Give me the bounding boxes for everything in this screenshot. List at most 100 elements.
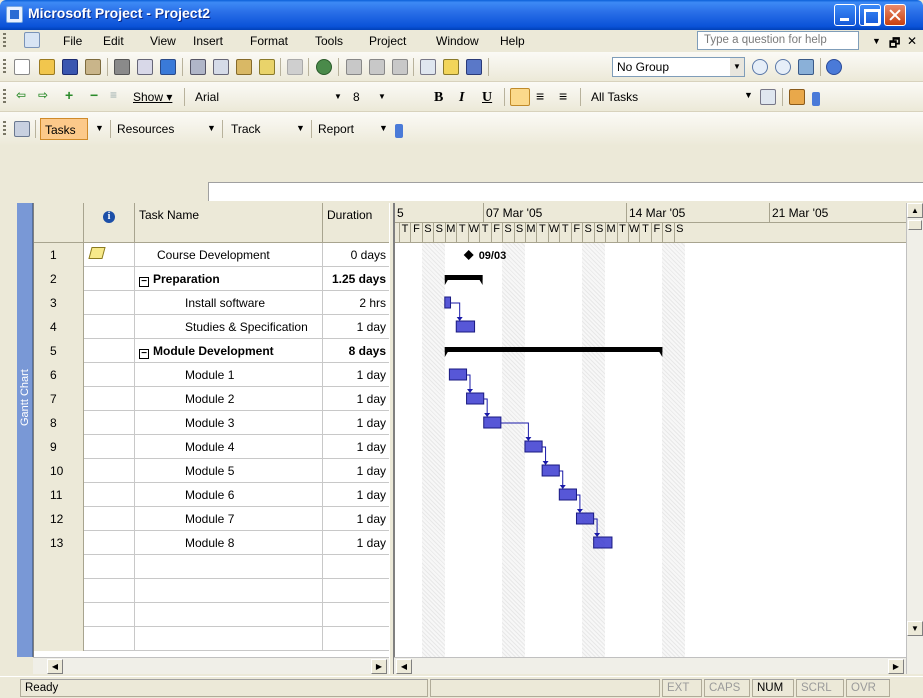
guide-toggle-icon[interactable] (14, 121, 30, 137)
task-name-cell[interactable]: Module 5 (135, 459, 323, 483)
indicator-cell[interactable] (84, 315, 135, 339)
unlink-tasks-icon[interactable] (369, 59, 385, 75)
indicator-cell[interactable] (84, 603, 135, 627)
scroll-to-task-icon[interactable] (798, 59, 814, 75)
help-icon[interactable] (826, 59, 842, 75)
task-name-cell[interactable] (135, 603, 323, 627)
scroll-left-icon[interactable]: ◀ (47, 659, 63, 674)
menu-view[interactable]: View (150, 34, 176, 48)
dependency-link[interactable] (483, 398, 488, 414)
scroll-left-icon[interactable]: ◀ (396, 659, 412, 674)
task-name-cell[interactable]: − Module Development (135, 339, 323, 363)
scroll-thumb[interactable] (908, 220, 922, 230)
chevron-down-icon[interactable]: ▼ (207, 123, 216, 133)
align-center-icon[interactable]: ≡ (536, 88, 544, 104)
scroll-down-icon[interactable]: ▼ (907, 621, 923, 636)
row-id[interactable]: 13 (34, 531, 84, 555)
empty-table-row[interactable] (34, 579, 390, 603)
table-row[interactable]: 6 Module 1 1 day (34, 363, 390, 387)
task-name-cell[interactable]: Module 2 (135, 387, 323, 411)
table-row[interactable]: 5− Module Development 8 days (34, 339, 390, 363)
toolbar-grip[interactable] (3, 121, 6, 137)
chevron-down-icon[interactable]: ▼ (331, 88, 345, 106)
task-name-cell[interactable]: − Preparation (135, 267, 323, 291)
task-bar[interactable] (575, 512, 595, 525)
row-id[interactable] (34, 627, 84, 651)
indicator-cell[interactable] (84, 243, 135, 267)
menu-tools[interactable]: Tools (315, 34, 343, 48)
task-name-cell[interactable]: Module 6 (135, 483, 323, 507)
empty-table-row[interactable] (34, 603, 390, 627)
row-id[interactable]: 7 (34, 387, 84, 411)
menu-insert[interactable]: Insert (193, 34, 223, 48)
indicator-cell[interactable] (84, 507, 135, 531)
task-name-cell[interactable]: Module 3 (135, 411, 323, 435)
report-button[interactable]: Report (318, 122, 354, 136)
indicator-cell[interactable] (84, 339, 135, 363)
close-doc-icon[interactable]: ✕ (907, 34, 917, 48)
menu-project[interactable]: Project (369, 34, 406, 48)
dependency-arrow[interactable] (576, 509, 583, 513)
indicator-cell[interactable] (84, 363, 135, 387)
duration-cell[interactable]: 1 day (323, 411, 390, 435)
insert-hyperlink-icon[interactable] (316, 59, 332, 75)
underline-button[interactable]: U (482, 90, 492, 106)
toolbar-options-icon[interactable] (395, 124, 403, 138)
show-menu-button[interactable]: Show ▾ (133, 90, 172, 104)
table-row[interactable]: 9 Module 4 1 day (34, 435, 390, 459)
duration-header[interactable]: Duration (323, 203, 390, 243)
zoom-out-icon[interactable] (775, 59, 791, 75)
dependency-arrow[interactable] (466, 389, 473, 393)
indicators-header[interactable]: i (84, 203, 135, 243)
collapse-icon[interactable]: − (139, 277, 149, 287)
dependency-link[interactable] (559, 470, 564, 486)
empty-table-row[interactable] (34, 627, 390, 651)
tasks-button[interactable]: Tasks (40, 118, 88, 140)
note-icon[interactable] (88, 247, 106, 259)
empty-table-row[interactable] (34, 555, 390, 579)
row-id[interactable]: 1 (34, 243, 84, 267)
row-id[interactable]: 6 (34, 363, 84, 387)
duration-cell[interactable]: 1 day (323, 435, 390, 459)
dependency-arrow[interactable] (542, 461, 549, 465)
indicator-cell[interactable] (84, 387, 135, 411)
view-bar[interactable]: Gantt Chart (17, 203, 33, 657)
chevron-down-icon[interactable]: ▼ (375, 88, 389, 106)
menu-help[interactable]: Help (500, 34, 525, 48)
font-select[interactable]: Arial ▼ (190, 87, 346, 107)
print-preview-icon[interactable] (137, 59, 153, 75)
table-row[interactable]: 1 Course Development 0 days (34, 243, 390, 267)
scroll-right-icon[interactable]: ▶ (888, 659, 904, 674)
scroll-right-icon[interactable]: ▶ (371, 659, 387, 674)
task-bar[interactable] (448, 368, 468, 381)
task-bar[interactable] (558, 488, 577, 501)
toolbar-options-icon[interactable] (812, 92, 820, 106)
row-id[interactable]: 2 (34, 267, 84, 291)
dependency-arrow[interactable] (594, 533, 601, 537)
duration-cell[interactable]: 2 hrs (323, 291, 390, 315)
dependency-link[interactable] (576, 494, 581, 510)
task-name-cell[interactable]: Install software (135, 291, 323, 315)
maximize-button[interactable] (859, 4, 881, 26)
row-id[interactable]: 4 (34, 315, 84, 339)
italic-button[interactable]: I (459, 90, 464, 106)
track-button[interactable]: Track (231, 122, 261, 136)
title-bar[interactable]: Microsoft Project - Project2 (0, 0, 923, 30)
show-subtasks-icon[interactable]: + (65, 87, 73, 103)
outdent-icon[interactable]: ⇦ (16, 88, 26, 102)
duration-cell[interactable]: 8 days (323, 339, 390, 363)
indicator-cell[interactable] (84, 483, 135, 507)
dependency-link[interactable] (593, 518, 598, 534)
task-bar[interactable] (483, 416, 502, 429)
menu-format[interactable]: Format (250, 34, 288, 48)
row-id[interactable]: 9 (34, 435, 84, 459)
duration-cell[interactable]: 1.25 days (323, 267, 390, 291)
task-bar[interactable] (524, 440, 543, 453)
task-name-cell[interactable] (135, 555, 323, 579)
gantt-chart[interactable]: 5 07 Mar '05 14 Mar '05 21 Mar '05 TFSSM… (394, 203, 906, 657)
indicator-cell[interactable] (84, 579, 135, 603)
duration-cell[interactable] (323, 579, 390, 603)
indicator-cell[interactable] (84, 291, 135, 315)
indicator-cell[interactable] (84, 627, 135, 651)
new-icon[interactable] (14, 59, 30, 75)
